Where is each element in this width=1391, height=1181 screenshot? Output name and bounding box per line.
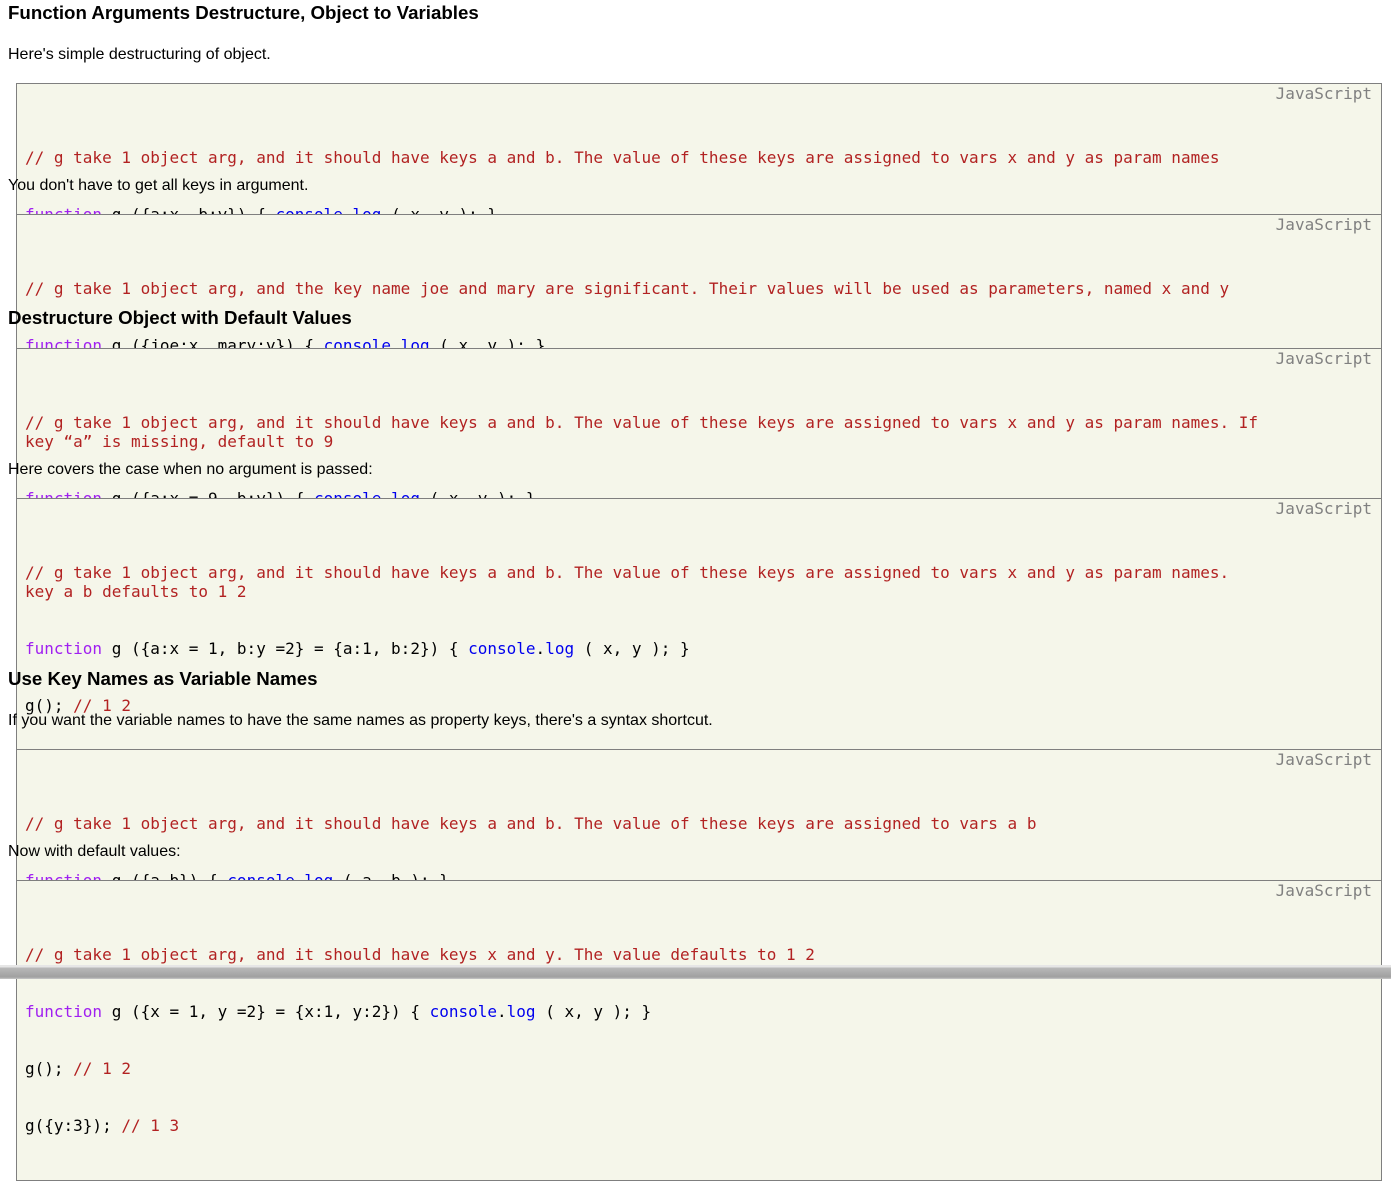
code-language-label: JavaScript xyxy=(1275,881,1372,900)
code-text: . xyxy=(535,639,546,658)
code-language-label: JavaScript xyxy=(1275,84,1372,103)
code-comment: // g take 1 object arg, and it should ha… xyxy=(25,563,1239,601)
code-language-label: JavaScript xyxy=(1275,349,1372,368)
code-comment: // g take 1 object arg, and it should ha… xyxy=(25,148,1220,167)
code-line: g(); // 1 2 xyxy=(25,1059,1266,1078)
code-text: g ({x = 1, y =2} = {x:1, y:2}) { xyxy=(102,1002,430,1021)
code-comment: // 1 3 xyxy=(121,1116,180,1135)
paragraph-simple-destructuring: Here's simple destructuring of object. xyxy=(8,46,271,63)
heading-key-names-as-variable-names: Use Key Names as Variable Names xyxy=(8,668,318,689)
code-builtin: log xyxy=(545,639,575,658)
code-keyword: function xyxy=(25,639,103,658)
code-comment: // g take 1 object arg, and the key name… xyxy=(25,279,1230,298)
paragraph-default-values: Now with default values: xyxy=(8,843,181,860)
code-language-label: JavaScript xyxy=(1275,750,1372,769)
paragraph-not-all-keys: You don't have to get all keys in argume… xyxy=(8,177,309,194)
code-comment: // g take 1 object arg, and it should ha… xyxy=(25,814,1037,833)
code-text: g(); xyxy=(25,1059,74,1078)
code-builtin: console xyxy=(429,1002,498,1021)
code-text: . xyxy=(497,1002,507,1021)
heading-function-args-destructure: Function Arguments Destructure, Object t… xyxy=(8,2,479,23)
code-block-6: JavaScript // g take 1 object arg, and i… xyxy=(16,880,1382,1181)
code-language-label: JavaScript xyxy=(1275,215,1372,234)
code-language-label: JavaScript xyxy=(1275,499,1372,518)
paragraph-syntax-shortcut: If you want the variable names to have t… xyxy=(8,712,713,729)
code-text: ( x, y ); } xyxy=(574,639,690,658)
code-comment: // g take 1 object arg, and it should ha… xyxy=(25,945,815,964)
code-builtin: log xyxy=(506,1002,536,1021)
paragraph-no-argument: Here covers the case when no argument is… xyxy=(8,461,373,478)
code-line: function g ({a:x = 1, b:y =2} = {a:1, b:… xyxy=(25,639,1266,658)
code-comment: // g take 1 object arg, and it should ha… xyxy=(25,413,1268,451)
heading-destructure-default-values: Destructure Object with Default Values xyxy=(8,307,352,328)
code-line: g({y:3}); // 1 3 xyxy=(25,1116,1266,1135)
horizontal-scrollbar[interactable] xyxy=(0,965,1391,979)
code-keyword: function xyxy=(25,1002,103,1021)
code-comment: // 1 2 xyxy=(73,1059,131,1078)
code-line: function g ({x = 1, y =2} = {x:1, y:2}) … xyxy=(25,1002,1266,1021)
code-text: g({y:3}); xyxy=(25,1116,122,1135)
code-text: ( x, y ); } xyxy=(535,1002,652,1021)
code-builtin: console xyxy=(468,639,536,658)
code-text: g ({a:x = 1, b:y =2} = {a:1, b:2}) { xyxy=(102,639,469,658)
